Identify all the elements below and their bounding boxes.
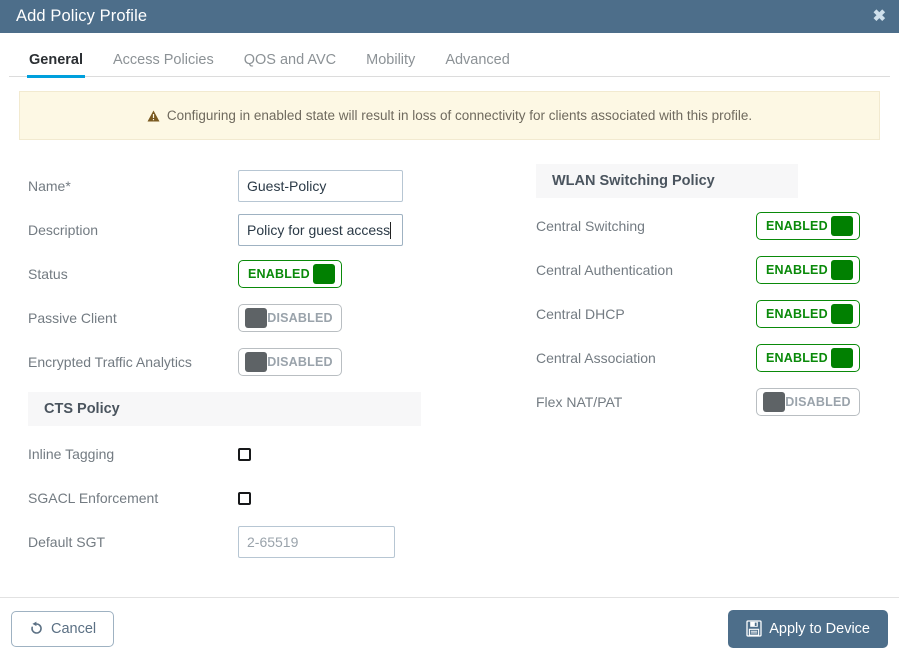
name-input-value: Guest-Policy	[247, 178, 326, 194]
section-header-wlan-switching-policy: WLAN Switching Policy	[536, 164, 798, 198]
label-name: Name*	[28, 178, 238, 194]
apply-to-device-button[interactable]: Apply to Device	[728, 610, 888, 648]
sgacl-enforcement-checkbox[interactable]	[238, 492, 251, 505]
tab-advanced[interactable]: Advanced	[430, 53, 525, 77]
save-disk-icon	[746, 620, 762, 637]
label-status: Status	[28, 266, 238, 282]
default-sgt-input[interactable]: 2-65519	[238, 526, 395, 558]
apply-to-device-button-label: Apply to Device	[769, 621, 870, 637]
field-row-central-dhcp: Central DHCP ENABLED	[536, 292, 899, 336]
inline-tagging-checkbox[interactable]	[238, 448, 251, 461]
label-encrypted-traffic-analytics: Encrypted Traffic Analytics	[28, 354, 238, 370]
toggle-knob	[763, 392, 785, 412]
dialog-titlebar: Add Policy Profile ✖	[0, 0, 899, 33]
passive-client-toggle-label: DISABLED	[267, 311, 337, 325]
warning-banner: Configuring in enabled state will result…	[19, 91, 880, 140]
central-authentication-toggle-label: ENABLED	[761, 263, 831, 277]
label-passive-client: Passive Client	[28, 310, 238, 326]
left-column: Name* Guest-Policy Description Policy fo…	[0, 164, 470, 597]
undo-arrow-icon	[29, 621, 44, 636]
central-switching-toggle[interactable]: ENABLED	[756, 212, 860, 240]
label-central-switching: Central Switching	[536, 218, 756, 234]
label-central-authentication: Central Authentication	[536, 262, 756, 278]
default-sgt-placeholder: 2-65519	[247, 534, 298, 550]
text-caret	[390, 222, 391, 239]
toggle-knob	[831, 260, 853, 280]
field-row-description: Description Policy for guest access	[28, 208, 470, 252]
cancel-button[interactable]: Cancel	[11, 611, 114, 647]
field-row-default-sgt: Default SGT 2-65519	[28, 520, 470, 564]
field-row-flex-nat-pat: Flex NAT/PAT DISABLED	[536, 380, 899, 424]
field-row-central-authentication: Central Authentication ENABLED	[536, 248, 899, 292]
tab-qos-and-avc[interactable]: QOS and AVC	[229, 53, 351, 77]
label-description: Description	[28, 222, 238, 238]
toggle-knob	[831, 216, 853, 236]
field-row-passive-client: Passive Client DISABLED	[28, 296, 470, 340]
tab-mobility[interactable]: Mobility	[351, 53, 430, 77]
dialog-footer: Cancel Apply to Device	[0, 597, 899, 659]
central-dhcp-toggle-label: ENABLED	[761, 307, 831, 321]
central-dhcp-toggle[interactable]: ENABLED	[756, 300, 860, 328]
add-policy-profile-dialog: Add Policy Profile ✖ General Access Poli…	[0, 0, 899, 659]
label-central-dhcp: Central DHCP	[536, 306, 756, 322]
label-flex-nat-pat: Flex NAT/PAT	[536, 394, 756, 410]
right-column: WLAN Switching Policy Central Switching …	[470, 164, 899, 597]
tab-access-policies[interactable]: Access Policies	[98, 53, 229, 77]
label-central-association: Central Association	[536, 350, 756, 366]
field-row-central-association: Central Association ENABLED	[536, 336, 899, 380]
description-input[interactable]: Policy for guest access	[238, 214, 403, 246]
toggle-knob	[245, 308, 267, 328]
section-header-cts-policy: CTS Policy	[28, 392, 421, 426]
cancel-button-label: Cancel	[51, 621, 96, 637]
central-association-toggle-label: ENABLED	[761, 351, 831, 365]
toggle-knob	[831, 304, 853, 324]
passive-client-toggle[interactable]: DISABLED	[238, 304, 342, 332]
tab-general[interactable]: General	[14, 53, 98, 77]
field-row-central-switching: Central Switching ENABLED	[536, 204, 899, 248]
field-row-sgacl-enforcement: SGACL Enforcement	[28, 476, 470, 520]
warning-triangle-icon	[147, 110, 160, 122]
central-authentication-toggle[interactable]: ENABLED	[756, 256, 860, 284]
section-title: WLAN Switching Policy	[552, 173, 715, 189]
status-toggle[interactable]: ENABLED	[238, 260, 342, 288]
central-association-toggle[interactable]: ENABLED	[756, 344, 860, 372]
label-sgacl-enforcement: SGACL Enforcement	[28, 490, 238, 506]
description-input-value: Policy for guest access	[247, 222, 390, 238]
toggle-knob	[245, 352, 267, 372]
toggle-knob	[831, 348, 853, 368]
field-row-encrypted-traffic-analytics: Encrypted Traffic Analytics DISABLED	[28, 340, 470, 384]
encrypted-traffic-analytics-toggle-label: DISABLED	[267, 355, 337, 369]
close-icon[interactable]: ✖	[873, 9, 886, 25]
toggle-knob	[313, 264, 335, 284]
warning-banner-text: Configuring in enabled state will result…	[167, 108, 752, 123]
field-row-status: Status ENABLED	[28, 252, 470, 296]
name-input[interactable]: Guest-Policy	[238, 170, 403, 202]
flex-nat-pat-toggle[interactable]: DISABLED	[756, 388, 860, 416]
field-row-inline-tagging: Inline Tagging	[28, 432, 470, 476]
label-default-sgt: Default SGT	[28, 534, 238, 550]
encrypted-traffic-analytics-toggle[interactable]: DISABLED	[238, 348, 342, 376]
dialog-title: Add Policy Profile	[16, 7, 147, 26]
warning-banner-container: Configuring in enabled state will result…	[0, 77, 899, 140]
label-inline-tagging: Inline Tagging	[28, 446, 238, 462]
status-toggle-label: ENABLED	[243, 267, 313, 281]
dialog-body: Name* Guest-Policy Description Policy fo…	[0, 140, 899, 597]
tab-bar: General Access Policies QOS and AVC Mobi…	[0, 33, 899, 77]
section-title: CTS Policy	[44, 401, 120, 417]
flex-nat-pat-toggle-label: DISABLED	[785, 395, 855, 409]
central-switching-toggle-label: ENABLED	[761, 219, 831, 233]
field-row-name: Name* Guest-Policy	[28, 164, 470, 208]
